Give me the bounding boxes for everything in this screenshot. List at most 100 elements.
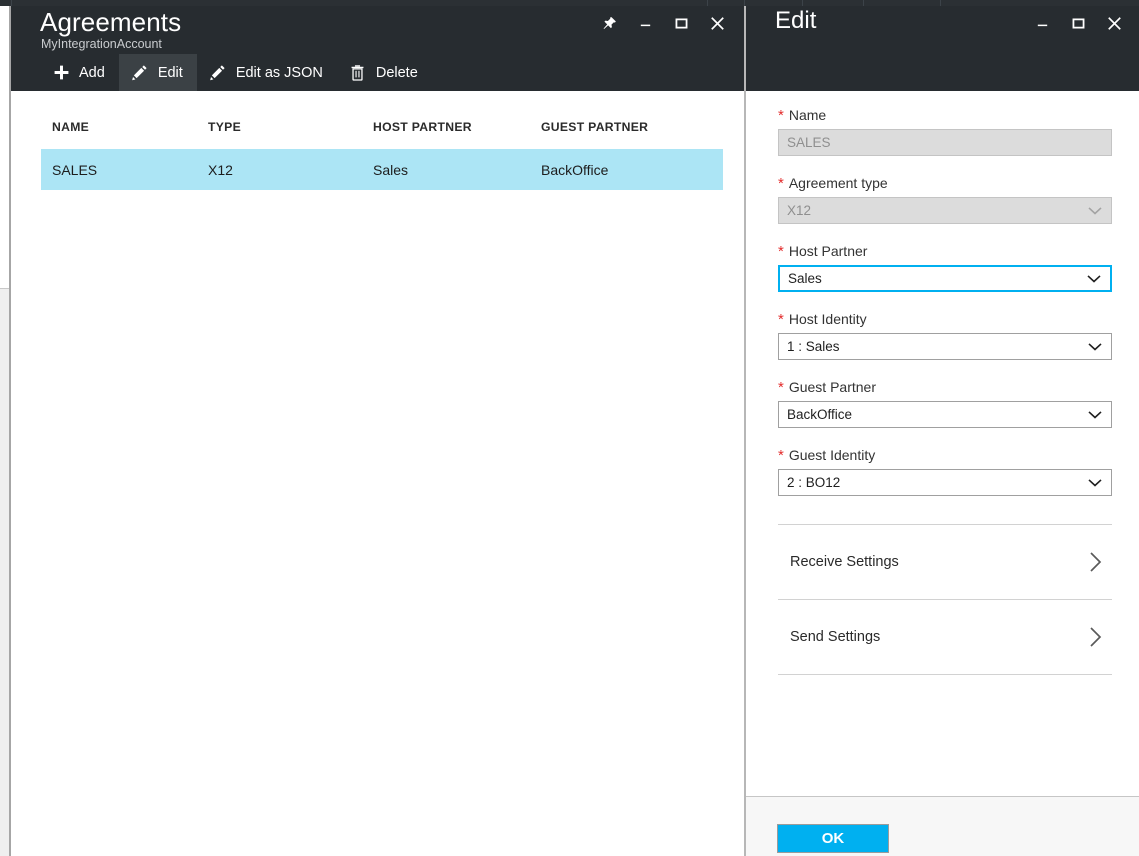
- chevron-down-icon: [1087, 274, 1101, 283]
- edit-blade-title: Edit: [775, 7, 817, 34]
- maximize-icon[interactable]: [1060, 8, 1096, 38]
- receive-settings-label: Receive Settings: [790, 554, 899, 570]
- field-guest-partner-label-text: Guest Partner: [788, 379, 876, 395]
- field-name-label-text: Name: [788, 107, 827, 123]
- chrome-tick: [11, 0, 12, 6]
- field-agreement-type-label: * Agreement type: [778, 175, 1112, 191]
- column-header-guest-partner: GUEST PARTNER: [541, 119, 649, 134]
- receive-settings-section[interactable]: Receive Settings: [778, 524, 1112, 599]
- chevron-right-icon: [1089, 626, 1102, 648]
- host-partner-select-value: Sales: [788, 271, 822, 286]
- cell-name: SALES: [52, 161, 98, 178]
- agreements-grid: NAME TYPE HOST PARTNER GUEST PARTNER SAL…: [41, 104, 723, 190]
- agreements-blade: Agreements MyIntegrationAccount Add Edit…: [11, 0, 744, 856]
- close-icon[interactable]: [699, 8, 735, 38]
- chrome-tick: [940, 0, 941, 6]
- send-settings-section[interactable]: Send Settings: [778, 599, 1112, 674]
- minimize-icon[interactable]: [1024, 8, 1060, 38]
- chrome-tick: [744, 0, 745, 6]
- sections-bottom-divider: [778, 674, 1112, 675]
- delete-button[interactable]: Delete: [337, 54, 432, 91]
- agreement-type-select[interactable]: X12: [778, 197, 1112, 224]
- field-guest-partner: * Guest Partner BackOffice: [778, 379, 1112, 428]
- grid-header-row: NAME TYPE HOST PARTNER GUEST PARTNER: [41, 104, 723, 149]
- delete-button-label: Delete: [375, 64, 418, 81]
- cell-type: X12: [208, 161, 233, 178]
- table-row[interactable]: SALES X12 Sales BackOffice: [41, 149, 723, 190]
- field-guest-identity: * Guest Identity 2 : BO12: [778, 447, 1112, 496]
- required-asterisk-icon: *: [778, 311, 784, 328]
- edit-as-json-button[interactable]: Edit as JSON: [197, 54, 337, 91]
- edit-blade-header: Edit: [746, 0, 1139, 91]
- name-input[interactable]: SALES: [778, 129, 1112, 156]
- azure-portal-screen: Agreements MyIntegrationAccount Add Edit…: [0, 0, 1139, 856]
- guest-partner-select-value: BackOffice: [787, 407, 853, 422]
- add-button-label: Add: [79, 64, 105, 81]
- field-agreement-type-label-text: Agreement type: [788, 175, 888, 191]
- field-host-partner: * Host Partner Sales: [778, 243, 1112, 292]
- field-host-identity: * Host Identity 1 : Sales: [778, 311, 1112, 360]
- previous-blade-sliver-lower: [0, 288, 9, 856]
- host-partner-select[interactable]: Sales: [778, 265, 1112, 292]
- field-host-partner-label: * Host Partner: [778, 243, 1112, 259]
- window-chrome-band: [0, 0, 1139, 6]
- edit-blade: Edit * Name SALES * Agreement type X12 *…: [744, 0, 1139, 856]
- chrome-tick: [707, 0, 708, 6]
- field-agreement-type: * Agreement type X12: [778, 175, 1112, 224]
- column-header-name: NAME: [52, 119, 90, 134]
- ok-button[interactable]: OK: [777, 824, 889, 853]
- column-header-type: TYPE: [208, 119, 242, 134]
- required-asterisk-icon: *: [778, 379, 784, 396]
- chevron-down-icon: [1088, 206, 1102, 215]
- field-host-identity-label: * Host Identity: [778, 311, 1112, 327]
- field-host-partner-label-text: Host Partner: [788, 243, 868, 259]
- field-name: * Name SALES: [778, 107, 1112, 156]
- maximize-icon[interactable]: [663, 8, 699, 38]
- agreements-toolbar: Add Edit Edit as JSON Delete: [40, 54, 432, 91]
- name-input-value: SALES: [787, 135, 831, 150]
- field-name-label: * Name: [778, 107, 1112, 123]
- cell-guest-partner: BackOffice: [541, 161, 609, 178]
- guest-identity-select-value: 2 : BO12: [787, 475, 841, 490]
- chevron-right-icon: [1089, 551, 1102, 573]
- chrome-tick: [863, 0, 864, 6]
- chrome-tick: [802, 0, 803, 6]
- agreements-blade-header: Agreements MyIntegrationAccount Add Edit…: [11, 0, 744, 91]
- agreement-edit-form: * Name SALES * Agreement type X12 * Host…: [778, 107, 1112, 675]
- column-header-host-partner: HOST PARTNER: [373, 119, 472, 134]
- page-title: Agreements: [40, 7, 182, 37]
- agreements-window-controls: [591, 8, 735, 38]
- edit-button[interactable]: Edit: [118, 54, 197, 91]
- host-identity-select[interactable]: 1 : Sales: [778, 333, 1112, 360]
- agreement-type-select-value: X12: [787, 203, 812, 218]
- field-guest-partner-label: * Guest Partner: [778, 379, 1112, 395]
- plus-icon: [52, 64, 70, 82]
- required-asterisk-icon: *: [778, 175, 784, 192]
- send-settings-label: Send Settings: [790, 629, 881, 645]
- field-host-identity-label-text: Host Identity: [788, 311, 867, 327]
- edit-as-json-button-label: Edit as JSON: [235, 64, 323, 81]
- close-icon[interactable]: [1096, 8, 1132, 38]
- guest-partner-select[interactable]: BackOffice: [778, 401, 1112, 428]
- field-guest-identity-label: * Guest Identity: [778, 447, 1112, 463]
- host-identity-select-value: 1 : Sales: [787, 339, 840, 354]
- required-asterisk-icon: *: [778, 447, 784, 464]
- minimize-icon[interactable]: [627, 8, 663, 38]
- page-subtitle: MyIntegrationAccount: [41, 37, 162, 51]
- guest-identity-select[interactable]: 2 : BO12: [778, 469, 1112, 496]
- previous-blade-sliver[interactable]: [0, 0, 11, 856]
- edit-button-label: Edit: [157, 64, 183, 81]
- field-guest-identity-label-text: Guest Identity: [788, 447, 876, 463]
- required-asterisk-icon: *: [778, 243, 784, 260]
- required-asterisk-icon: *: [778, 107, 784, 124]
- pin-icon[interactable]: [591, 8, 627, 38]
- chevron-down-icon: [1088, 342, 1102, 351]
- edit-window-controls: [1024, 8, 1132, 38]
- trash-icon: [349, 64, 367, 82]
- cell-host-partner: Sales: [373, 161, 409, 178]
- edit-blade-footer: OK: [746, 796, 1139, 856]
- settings-sections: Receive Settings Send Settings: [778, 524, 1112, 675]
- chevron-down-icon: [1088, 410, 1102, 419]
- add-button[interactable]: Add: [40, 54, 119, 91]
- pencil-icon: [131, 64, 149, 82]
